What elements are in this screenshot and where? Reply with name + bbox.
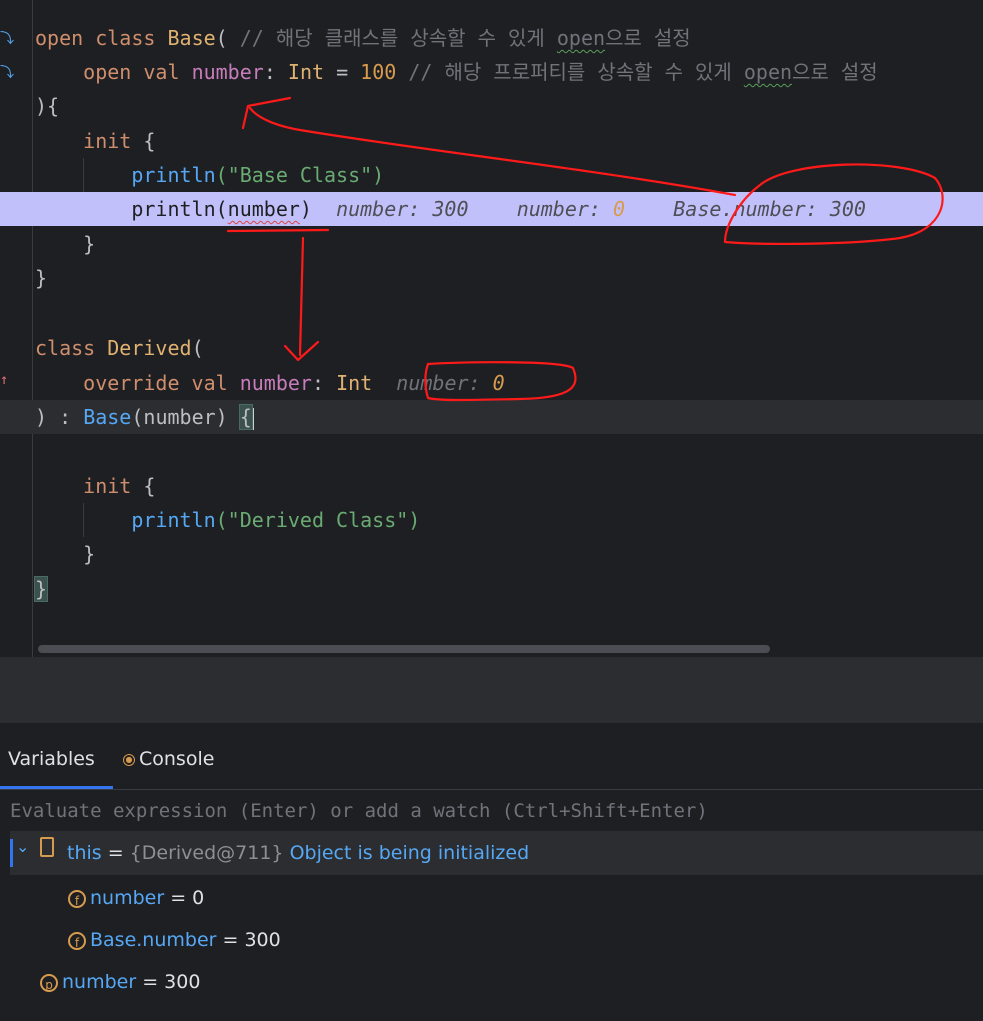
tab-variables[interactable]: Variables xyxy=(0,723,113,789)
code-line-11[interactable]: override val number: Int number: 0 xyxy=(0,366,983,400)
variable-value: {Derived@711} xyxy=(129,842,284,864)
field-icon: f xyxy=(68,889,86,908)
chevron-down-icon[interactable]: ⌄ xyxy=(16,837,29,856)
variable-row-base-number[interactable]: f Base.number = 300 xyxy=(68,922,281,958)
code-line-5[interactable]: println("Base Class") xyxy=(0,158,983,192)
code-line-15[interactable]: println("Derived Class") xyxy=(0,503,983,537)
inline-value-hint: number: 0 xyxy=(516,197,626,221)
object-icon xyxy=(40,837,54,857)
variable-row-number[interactable]: f number = 0 xyxy=(68,880,204,916)
code-line-1[interactable]: open class Base( // 해당 클래스를 상속할 수 있게 ope… xyxy=(0,21,983,55)
inline-value-hint: number: 300 xyxy=(336,197,469,221)
code-line-17[interactable]: } xyxy=(0,572,983,606)
code-line-7[interactable]: } xyxy=(0,227,983,261)
code-line-8[interactable]: } xyxy=(0,261,983,295)
variable-name: this xyxy=(67,842,102,864)
code-line-16[interactable]: } xyxy=(0,537,983,571)
code-line-3[interactable]: ){ xyxy=(0,89,983,123)
breakpoint-line[interactable]: println(number) number: 300 number: 0 Ba… xyxy=(0,192,983,226)
code-line-2[interactable]: open val number: Int = 100 // 해당 프로퍼티를 상… xyxy=(0,55,983,89)
horizontal-scrollbar[interactable] xyxy=(38,645,770,653)
inline-value-hint: Base.number: 300 xyxy=(673,197,866,221)
debugger-panel: Variables ● Console Evaluate expression (… xyxy=(0,723,983,1021)
field-icon: f xyxy=(68,931,86,950)
parameter-icon: p xyxy=(40,973,58,992)
variable-status: Object is being initialized xyxy=(289,842,530,864)
tab-console[interactable]: ● Console xyxy=(123,723,214,787)
console-icon: ● xyxy=(123,753,135,766)
selection-marker xyxy=(10,839,13,867)
variable-row-this[interactable]: ⌄ this = {Derived@711} Object is being i… xyxy=(10,831,983,875)
tabs-separator xyxy=(0,789,983,790)
evaluate-expression-input[interactable]: Evaluate expression (Enter) or add a wat… xyxy=(10,793,708,829)
panel-divider-area xyxy=(0,657,983,723)
inline-value-hint: number: 0 xyxy=(396,371,505,395)
text-caret xyxy=(251,407,254,430)
code-line-4[interactable]: init { xyxy=(0,124,983,158)
code-editor[interactable]: ⤵ ⤵ ↑ open class Base( // 해당 클래스를 상속할 수 … xyxy=(0,0,983,657)
code-line-10[interactable]: class Derived( xyxy=(0,331,983,365)
code-line-12[interactable]: ) : Base(number) { xyxy=(0,400,983,434)
variable-row-param-number[interactable]: p number = 300 xyxy=(40,964,200,1000)
code-line-14[interactable]: init { xyxy=(0,469,983,503)
